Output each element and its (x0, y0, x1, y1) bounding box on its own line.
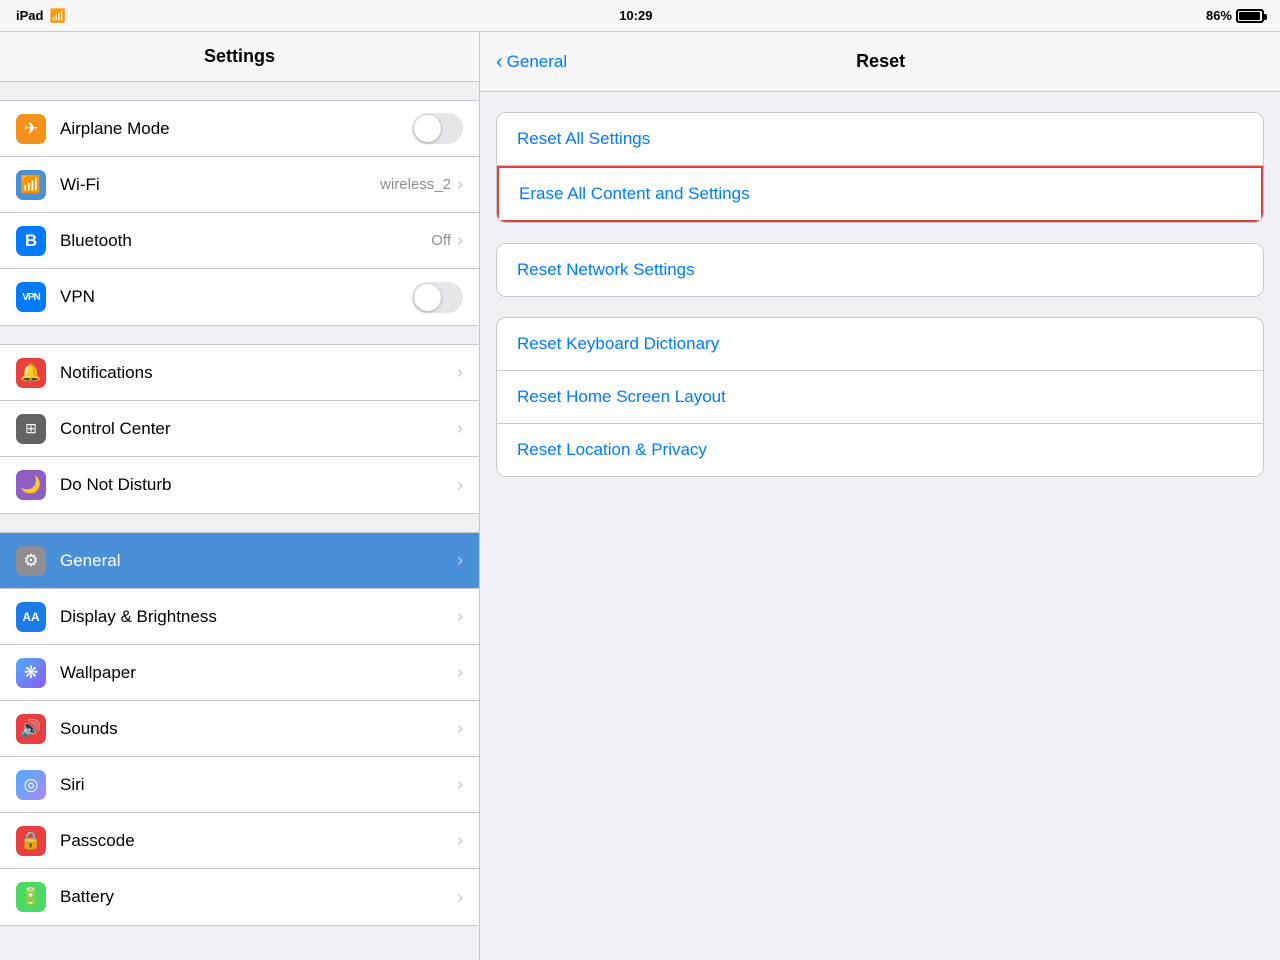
sidebar-item-sounds[interactable]: 🔊 Sounds › (0, 701, 479, 757)
siri-label: Siri (60, 775, 457, 795)
wallpaper-chevron-icon: › (457, 662, 463, 683)
sidebar-item-passcode[interactable]: 🔒 Passcode › (0, 813, 479, 869)
reset-keyboard-label: Reset Keyboard Dictionary (517, 334, 719, 354)
do-not-disturb-icon: 🌙 (16, 470, 46, 500)
general-icon: ⚙ (16, 546, 46, 576)
reset-home-screen-label: Reset Home Screen Layout (517, 387, 726, 407)
vpn-icon: VPN (16, 282, 46, 312)
battery-settings-icon: 🔋 (16, 882, 46, 912)
notifications-icon: 🔔 (16, 358, 46, 388)
sidebar-content: ✈ Airplane Mode 📶 Wi-Fi wireless_2 › (0, 100, 479, 960)
sidebar-item-battery[interactable]: 🔋 Battery › (0, 869, 479, 925)
reset-item-erase-all[interactable]: Erase All Content and Settings (497, 166, 1263, 222)
wallpaper-icon: ❋ (16, 658, 46, 688)
sidebar: Settings ✈ Airplane Mode 📶 Wi (0, 32, 480, 960)
wifi-icon: 📶 (16, 170, 46, 200)
display-chevron-icon: › (457, 606, 463, 627)
settings-group-connectivity: ✈ Airplane Mode 📶 Wi-Fi wireless_2 › (0, 100, 479, 326)
battery-chevron-icon: › (457, 887, 463, 908)
general-label: General (60, 551, 457, 571)
wifi-chevron-icon: › (457, 174, 463, 195)
control-center-label: Control Center (60, 419, 457, 439)
right-panel: ‹ General Reset Reset All Settings Erase… (480, 32, 1280, 960)
status-time: 10:29 (619, 8, 652, 23)
battery-label: Battery (60, 887, 457, 907)
battery-icon (1236, 9, 1264, 23)
control-center-icon: ⊞ (16, 414, 46, 444)
wallpaper-label: Wallpaper (60, 663, 457, 683)
reset-group-1: Reset All Settings Erase All Content and… (496, 112, 1264, 223)
reset-item-home-screen[interactable]: Reset Home Screen Layout (497, 371, 1263, 424)
vpn-label: VPN (60, 287, 412, 307)
status-right: 86% (1206, 8, 1264, 23)
general-chevron-icon: › (457, 550, 463, 571)
bluetooth-value: Off (431, 232, 451, 249)
reset-item-all-settings[interactable]: Reset All Settings (497, 113, 1263, 166)
display-label: Display & Brightness (60, 607, 457, 627)
right-panel-title: Reset (567, 51, 1194, 72)
main-layout: Settings ✈ Airplane Mode 📶 Wi (0, 32, 1280, 960)
reset-group-3: Reset Keyboard Dictionary Reset Home Scr… (496, 317, 1264, 477)
right-content: Reset All Settings Erase All Content and… (480, 92, 1280, 960)
reset-all-settings-label: Reset All Settings (517, 129, 650, 149)
do-not-disturb-chevron-icon: › (457, 475, 463, 496)
device-label: iPad (16, 8, 43, 23)
sidebar-item-do-not-disturb[interactable]: 🌙 Do Not Disturb › (0, 457, 479, 513)
bluetooth-icon: B (16, 226, 46, 256)
back-label: General (507, 52, 567, 72)
sidebar-item-siri[interactable]: ◎ Siri › (0, 757, 479, 813)
passcode-label: Passcode (60, 831, 457, 851)
airplane-mode-label: Airplane Mode (60, 119, 412, 139)
sidebar-title: Settings (0, 32, 479, 82)
sidebar-item-notifications[interactable]: 🔔 Notifications › (0, 345, 479, 401)
wifi-label: Wi-Fi (60, 175, 380, 195)
vpn-toggle[interactable] (412, 282, 463, 313)
bluetooth-label: Bluetooth (60, 231, 431, 251)
passcode-icon: 🔒 (16, 826, 46, 856)
settings-group-system2: ⚙ General › AA Display & Brightness › ❋ (0, 532, 479, 926)
toggle-knob (414, 115, 441, 142)
notifications-chevron-icon: › (457, 362, 463, 383)
sidebar-item-airplane-mode[interactable]: ✈ Airplane Mode (0, 101, 479, 157)
notifications-label: Notifications (60, 363, 457, 383)
sidebar-item-display[interactable]: AA Display & Brightness › (0, 589, 479, 645)
sidebar-item-bluetooth[interactable]: B Bluetooth Off › (0, 213, 479, 269)
sidebar-item-general[interactable]: ⚙ General › (0, 533, 479, 589)
sounds-icon: 🔊 (16, 714, 46, 744)
reset-item-network[interactable]: Reset Network Settings (497, 244, 1263, 296)
sidebar-item-wifi[interactable]: 📶 Wi-Fi wireless_2 › (0, 157, 479, 213)
erase-all-content-label: Erase All Content and Settings (519, 184, 750, 204)
reset-item-keyboard[interactable]: Reset Keyboard Dictionary (497, 318, 1263, 371)
wifi-value: wireless_2 (380, 176, 451, 193)
back-button[interactable]: ‹ General (496, 52, 567, 72)
back-chevron-icon: ‹ (496, 52, 503, 72)
status-bar: iPad 📶 10:29 86% (0, 0, 1280, 32)
wifi-status-icon: 📶 (49, 8, 65, 24)
sidebar-item-control-center[interactable]: ⊞ Control Center › (0, 401, 479, 457)
sidebar-item-vpn[interactable]: VPN VPN (0, 269, 479, 325)
sounds-chevron-icon: › (457, 718, 463, 739)
siri-icon: ◎ (16, 770, 46, 800)
control-center-chevron-icon: › (457, 418, 463, 439)
status-left: iPad 📶 (16, 8, 66, 24)
airplane-mode-icon: ✈ (16, 114, 46, 144)
bluetooth-chevron-icon: › (457, 230, 463, 251)
passcode-chevron-icon: › (457, 830, 463, 851)
siri-chevron-icon: › (457, 774, 463, 795)
reset-network-label: Reset Network Settings (517, 260, 695, 280)
settings-group-system1: 🔔 Notifications › ⊞ Control Center › 🌙 (0, 344, 479, 514)
display-icon: AA (16, 602, 46, 632)
do-not-disturb-label: Do Not Disturb (60, 475, 457, 495)
reset-item-location[interactable]: Reset Location & Privacy (497, 424, 1263, 476)
airplane-mode-toggle[interactable] (412, 113, 463, 144)
reset-location-label: Reset Location & Privacy (517, 440, 707, 460)
sounds-label: Sounds (60, 719, 457, 739)
toggle-knob-vpn (414, 284, 441, 311)
sidebar-item-wallpaper[interactable]: ❋ Wallpaper › (0, 645, 479, 701)
reset-group-2: Reset Network Settings (496, 243, 1264, 297)
battery-percent: 86% (1206, 8, 1232, 23)
right-header: ‹ General Reset (480, 32, 1280, 92)
